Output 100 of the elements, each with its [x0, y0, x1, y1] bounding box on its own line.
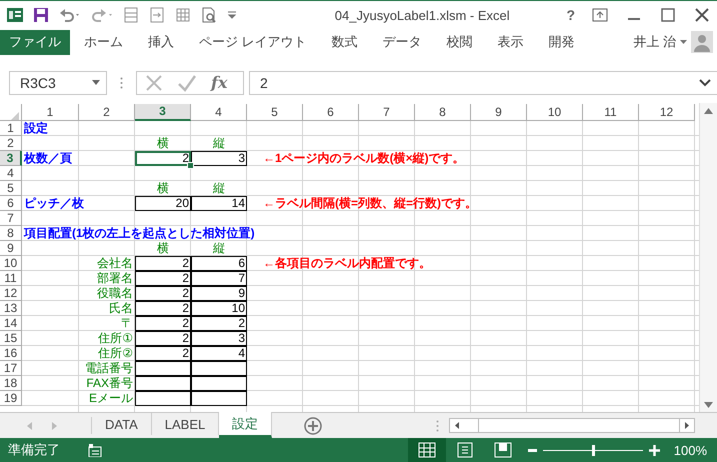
ribbon-tab[interactable]: 開発	[538, 30, 586, 55]
item-label: 住所①	[98, 330, 133, 347]
value-cell[interactable]	[135, 376, 191, 391]
ribbon-display-icon[interactable]	[591, 6, 609, 24]
ribbon-tab[interactable]: 校閲	[436, 30, 484, 55]
row-header[interactable]: 12	[0, 286, 22, 301]
form-icon[interactable]	[148, 6, 166, 24]
row-header[interactable]: 13	[0, 300, 22, 316]
column-header[interactable]: 11	[583, 104, 639, 121]
item-label: Eメール	[88, 390, 133, 407]
sheet-tab[interactable]: 設定	[219, 412, 272, 438]
value-cell[interactable]: 2	[135, 286, 191, 301]
row-header[interactable]: 8	[0, 226, 22, 241]
value-cell[interactable]: 20	[135, 196, 191, 211]
slider-thumb[interactable]	[592, 444, 595, 456]
row-header[interactable]: 6	[0, 196, 22, 211]
value-cell[interactable]: 10	[191, 300, 247, 316]
column-header[interactable]: 6	[303, 104, 359, 121]
value-cell[interactable]: 14	[191, 196, 247, 211]
row-header[interactable]: 10	[0, 256, 22, 271]
value-cell[interactable]: 6	[191, 256, 247, 271]
insert-function-button[interactable]: fx	[211, 73, 228, 92]
column-label: 横	[156, 180, 170, 197]
value-cell[interactable]: 3	[191, 330, 247, 346]
user-name[interactable]: 井上 治	[633, 33, 676, 52]
row-header[interactable]: 15	[0, 330, 22, 346]
view-button[interactable]	[408, 438, 446, 462]
row-header[interactable]: 18	[0, 376, 22, 391]
note-text: ←ラベル間隔(横=列数、縦=行数)です。	[263, 194, 478, 212]
row-header[interactable]: 2	[0, 136, 22, 151]
table-icon[interactable]	[122, 6, 140, 24]
row-header[interactable]: 5	[0, 180, 22, 196]
value-cell[interactable]	[135, 360, 191, 376]
undo-icon[interactable]	[58, 6, 82, 24]
ribbon-tab[interactable]: 挿入	[137, 30, 185, 55]
row-header[interactable]: 11	[0, 270, 22, 286]
row-header[interactable]: 14	[0, 316, 22, 331]
save-icon[interactable]	[32, 6, 50, 24]
row-header[interactable]: 3	[0, 150, 22, 166]
value-cell[interactable]: 2	[135, 330, 191, 346]
item-label: 部署名	[97, 270, 133, 287]
column-header[interactable]: 8	[415, 104, 471, 121]
value-cell[interactable]: 2	[191, 316, 247, 331]
select-all-icon	[11, 112, 19, 120]
row-header[interactable]: 1	[0, 120, 22, 136]
horizontal-scrollbar[interactable]	[449, 418, 695, 434]
value-cell[interactable]: 4	[191, 346, 247, 361]
row-header[interactable]: 9	[0, 240, 22, 256]
column-header[interactable]: 9	[471, 104, 527, 121]
ribbon-tab[interactable]: ファイル	[0, 30, 70, 55]
value-cell[interactable]: 2	[135, 270, 191, 286]
ribbon-tab[interactable]: ページ レイアウト	[188, 30, 318, 55]
value-cell[interactable]: 7	[191, 270, 247, 286]
zoom-level[interactable]: 100%	[674, 442, 707, 458]
column-header[interactable]: 1	[22, 104, 79, 121]
value-cell[interactable]	[191, 376, 247, 391]
caret-icon	[92, 80, 100, 86]
column-header[interactable]: 2	[79, 104, 135, 121]
column-header[interactable]: 4	[191, 104, 247, 121]
value-cell[interactable]: 2	[135, 256, 191, 271]
column-header[interactable]: 7	[359, 104, 415, 121]
scroll-down-icon	[704, 402, 714, 408]
column-header[interactable]: 12	[639, 104, 695, 121]
help-button[interactable]: ?	[566, 7, 575, 24]
value-cell[interactable]: 2	[135, 300, 191, 316]
add-sheet-icon[interactable]	[304, 416, 322, 435]
value-cell[interactable]: 2	[135, 346, 191, 361]
formula-input[interactable]: 2	[249, 70, 717, 95]
value-cell[interactable]: 3	[191, 150, 247, 166]
grid-icon[interactable]	[174, 6, 192, 24]
scroll-up-icon	[704, 108, 714, 114]
value-cell[interactable]	[191, 360, 247, 376]
ribbon-tab[interactable]: ホーム	[73, 30, 134, 55]
row-header[interactable]: 7	[0, 210, 22, 226]
value-cell[interactable]	[191, 390, 247, 406]
sheet-tab[interactable]: DATA	[92, 413, 152, 435]
column-header[interactable]: 5	[247, 104, 303, 121]
column-header[interactable]: 10	[527, 104, 583, 121]
fill-handle[interactable]	[187, 162, 194, 169]
row-header[interactable]: 19	[0, 390, 22, 406]
close-icon[interactable]	[693, 6, 711, 24]
ribbon-tab[interactable]: データ	[372, 30, 433, 55]
ribbon-tab[interactable]: 表示	[486, 30, 535, 55]
column-header[interactable]: 3	[135, 104, 191, 121]
macro-record-icon	[88, 444, 102, 456]
value-cell[interactable]: 2	[135, 316, 191, 331]
row-header[interactable]: 16	[0, 346, 22, 361]
maximize-icon[interactable]	[659, 6, 677, 24]
ribbon-tab[interactable]: 数式	[320, 30, 369, 55]
vertical-scrollbar[interactable]	[699, 102, 717, 412]
row-header[interactable]: 4	[0, 166, 22, 181]
item-label: 電話番号	[85, 360, 133, 377]
print-preview-icon[interactable]	[200, 6, 218, 24]
selected-cell[interactable]: 2	[135, 150, 191, 166]
spreadsheet-logo-icon[interactable]	[6, 6, 24, 24]
value-cell[interactable]: 9	[191, 286, 247, 301]
enter-check-icon[interactable]	[177, 74, 197, 92]
value-cell[interactable]	[135, 390, 191, 406]
row-header[interactable]: 17	[0, 360, 22, 376]
name-box[interactable]: R3C3	[9, 70, 107, 95]
